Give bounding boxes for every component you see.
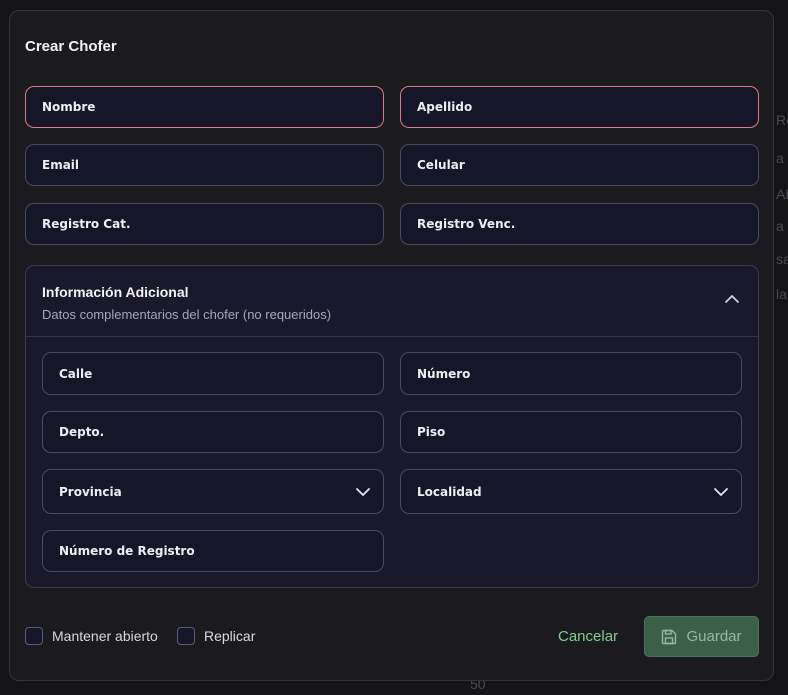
piso-label: Piso: [417, 425, 446, 439]
email-field[interactable]: Email: [25, 144, 384, 186]
save-label: Guardar: [686, 628, 742, 645]
nombre-label: Nombre: [42, 100, 96, 114]
keep-open-checkbox[interactable]: Mantener abierto: [25, 627, 158, 645]
calle-field[interactable]: Calle: [42, 352, 384, 395]
apellido-field[interactable]: Apellido: [400, 86, 759, 128]
registro-cat-field[interactable]: Registro Cat.: [25, 203, 384, 245]
numero-label: Número: [417, 366, 471, 381]
celular-label: Celular: [417, 158, 465, 172]
additional-info-section: Información Adicional Datos complementar…: [25, 265, 759, 588]
section-subtitle: Datos complementarios del chofer (no req…: [42, 307, 332, 322]
replicate-label: Replicar: [204, 628, 256, 644]
background-text: la: [776, 286, 787, 302]
depto-label: Depto.: [59, 425, 105, 439]
numero-registro-label: Número de Registro: [59, 544, 195, 558]
registro-cat-label: Registro Cat.: [42, 217, 131, 231]
background-text: a: [776, 150, 784, 166]
nombre-field[interactable]: Nombre: [25, 86, 384, 128]
numero-field[interactable]: Número: [400, 352, 742, 395]
cancel-button[interactable]: Cancelar: [558, 628, 618, 645]
background-text: Re: [776, 112, 788, 128]
keep-open-box[interactable]: [25, 627, 43, 645]
chevron-down-icon: [356, 487, 370, 496]
registro-venc-field[interactable]: Registro Venc.: [400, 203, 759, 245]
chevron-up-icon[interactable]: [724, 294, 740, 304]
provincia-label: Provincia: [59, 484, 122, 499]
provincia-select[interactable]: Provincia: [42, 469, 384, 514]
email-label: Email: [42, 158, 80, 172]
localidad-label: Localidad: [417, 484, 482, 499]
background-text: sa: [776, 251, 788, 267]
numero-registro-field[interactable]: Número de Registro: [42, 530, 384, 572]
apellido-label: Apellido: [417, 100, 473, 114]
save-icon: [662, 629, 677, 644]
celular-field[interactable]: Celular: [400, 144, 759, 186]
piso-field[interactable]: Piso: [400, 411, 742, 453]
section-title: Información Adicional: [42, 284, 189, 300]
chevron-down-icon: [714, 487, 728, 496]
dialog-title: Crear Chofer: [25, 38, 117, 55]
additional-info-header[interactable]: Información Adicional Datos complementar…: [26, 266, 758, 337]
replicate-checkbox[interactable]: Replicar: [177, 627, 255, 645]
replicate-box[interactable]: [177, 627, 195, 645]
background-text: a: [776, 218, 784, 234]
keep-open-label: Mantener abierto: [52, 628, 158, 644]
registro-venc-label: Registro Venc.: [417, 217, 516, 231]
localidad-select[interactable]: Localidad: [400, 469, 742, 514]
depto-field[interactable]: Depto.: [42, 411, 384, 453]
calle-label: Calle: [59, 366, 93, 381]
create-driver-dialog: Crear Chofer Nombre Apellido Email Celul…: [9, 10, 774, 681]
save-button[interactable]: Guardar: [644, 616, 759, 657]
background-text: AB: [776, 186, 788, 202]
